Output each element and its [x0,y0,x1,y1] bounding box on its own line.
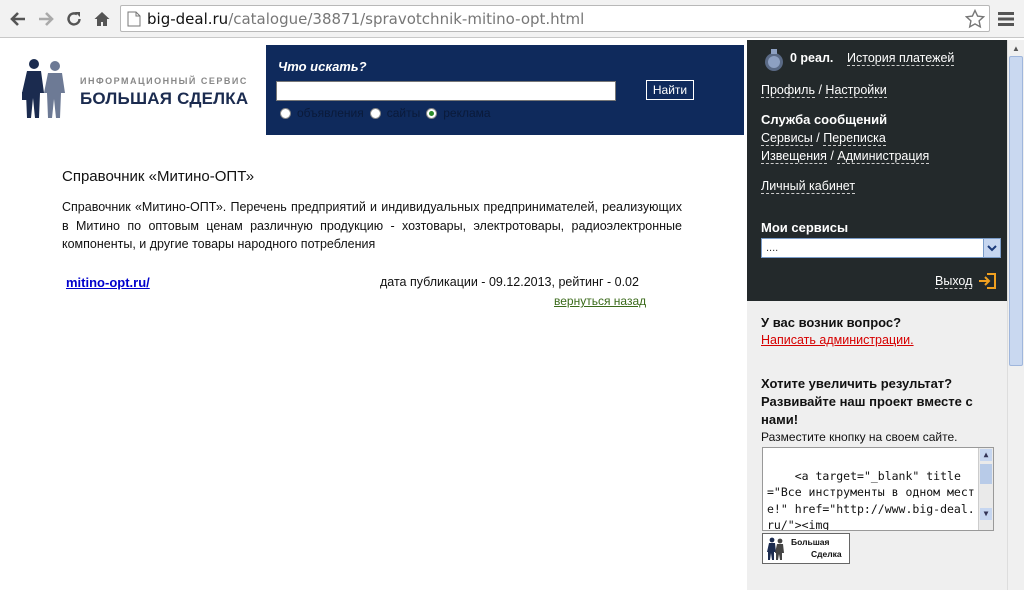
radio-ads[interactable]: объявления [280,106,364,120]
scroll-up-icon[interactable]: ▲ [1008,40,1024,56]
url-host: big-deal.ru [147,10,229,28]
scroll-down-icon[interactable]: ▼ [980,508,992,520]
embed-code-text: <a target="_blank" title="Все инструмент… [767,468,975,531]
help-panel: У вас возник вопрос? Написать администра… [747,301,1007,590]
site-link[interactable]: mitino-opt.ru/ [66,275,150,290]
businessmen-logo-icon [22,59,65,118]
my-services-heading: Мои сервисы [761,220,849,235]
businessmen-badge-icon [767,537,784,560]
site-logo[interactable]: ИНФОРМАЦИОННЫЙ СЕРВИС БОЛЬШАЯ СДЕЛКА [18,58,258,122]
bookmark-star-icon[interactable] [965,9,985,29]
page-description: Справочник «Митино-ОПТ». Перечень предпр… [62,200,682,251]
page-icon [127,11,141,27]
promo-note: Разместите кнопку на своем сайте. [761,430,958,444]
code-scrollbar[interactable]: ▲ ▼ [978,448,993,530]
my-services-select[interactable]: .... [761,238,1001,258]
wallet-icon [765,49,783,71]
radio-ads-label: объявления [297,106,364,120]
back-icon[interactable] [6,7,30,31]
services-link[interactable]: Сервисы [761,131,813,146]
radio-sites-label: сайты [386,106,421,120]
balance: 0 реал. [790,51,834,65]
embed-code-textarea[interactable]: <a target="_blank" title="Все инструмент… [762,447,994,531]
messages-heading: Служба сообщений [761,112,888,127]
logout-icon[interactable] [977,272,997,290]
search-input[interactable] [276,81,616,101]
search-type-options: объявления сайты реклама [280,106,497,120]
publication-meta: дата публикации - 09.12.2013, рейтинг - … [380,275,639,289]
separator: / [816,131,820,145]
badge-line-1: Большая [791,537,830,547]
exit-link[interactable]: Выход [935,274,973,289]
logo-subtitle: ИНФОРМАЦИОННЫЙ СЕРВИС [80,76,248,86]
browser-toolbar: big-deal.ru/catalogue/38871/spravotchnik… [0,0,1024,38]
back-link[interactable]: вернуться назад [554,294,646,308]
menu-icon[interactable] [996,9,1016,29]
separator: / [830,149,834,163]
address-bar[interactable]: big-deal.ru/catalogue/38871/spravotchnik… [120,5,990,32]
search-label: Что искать? [278,59,367,74]
settings-link[interactable]: Настройки [825,83,887,98]
personal-cabinet-link[interactable]: Личный кабинет [761,179,856,194]
notices-link[interactable]: Извещения [761,149,827,164]
radio-sites-dot[interactable] [369,107,381,119]
radio-advertising-dot[interactable] [426,107,438,119]
url-text[interactable]: big-deal.ru/catalogue/38871/spravotchnik… [147,10,584,28]
my-services-value: .... [766,242,779,254]
forward-icon[interactable] [34,7,58,31]
badge-line-2: Сделка [811,549,842,559]
search-panel: Что искать? Найти объявления сайты рекла… [266,45,744,135]
administration-link[interactable]: Администрация [837,149,930,164]
radio-advertising-label: реклама [443,106,491,120]
home-icon[interactable] [90,7,114,31]
search-button[interactable]: Найти [646,80,694,100]
promo-heading: Хотите увеличить результат? Развивайте н… [761,376,973,427]
chevron-down-icon[interactable] [983,239,1000,257]
account-panel: 0 реал. История платежей Профиль / Настр… [747,40,1007,301]
scroll-up-icon[interactable]: ▲ [980,449,992,461]
logo-title: БОЛЬШАЯ СДЕЛКА [80,89,249,108]
site-badge[interactable]: Большая Сделка [762,533,850,564]
profile-link[interactable]: Профиль [761,83,815,98]
radio-advertising[interactable]: реклама [426,106,491,120]
page-scrollbar[interactable]: ▲ [1007,40,1024,590]
write-admin-link[interactable]: Написать администрации. [761,333,914,347]
page-title: Справочник «Митино-ОПТ» [62,168,255,185]
scroll-thumb[interactable] [1009,56,1023,366]
payment-history-link[interactable]: История платежей [847,51,955,66]
separator: / [818,83,822,97]
reload-icon[interactable] [62,7,86,31]
question-heading: У вас возник вопрос? [761,315,902,330]
correspondence-link[interactable]: Переписка [823,131,886,146]
radio-ads-dot[interactable] [280,107,291,119]
url-path: /catalogue/38871/spravotchnik-mitino-opt… [228,10,585,28]
code-scroll-thumb[interactable] [980,464,992,484]
radio-sites[interactable]: сайты [369,106,421,120]
